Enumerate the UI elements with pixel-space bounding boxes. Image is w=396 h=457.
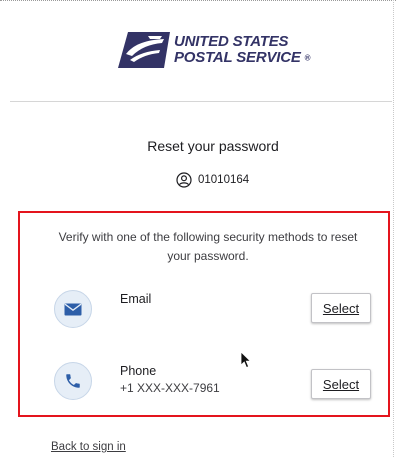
registered-mark: ® (304, 53, 311, 63)
phone-icon (54, 362, 92, 400)
method-email: Email Select (20, 286, 388, 334)
method-phone-number: +1 XXX-XXX-7961 (120, 381, 220, 395)
logo-line-1: UNITED STATES (174, 33, 289, 50)
method-phone-label: Phone (120, 364, 157, 378)
method-phone: Phone +1 XXX-XXX-7961 Select (20, 358, 388, 406)
usps-wordmark: UNITED STATES POSTAL SERVICE ® (174, 34, 324, 66)
logo-line-2: POSTAL SERVICE ® (174, 49, 311, 66)
back-to-sign-in-link[interactable]: Back to sign in (51, 441, 126, 453)
username-text: 01010164 (198, 174, 250, 186)
page-top-border (0, 0, 396, 1)
user-circle-icon (176, 172, 192, 188)
username-line: 01010164 (176, 170, 249, 190)
page-right-border (393, 0, 394, 457)
select-phone-button[interactable]: Select (311, 369, 371, 399)
security-methods-panel: Verify with one of the following securit… (18, 211, 390, 417)
select-email-button[interactable]: Select (311, 293, 371, 323)
envelope-icon (54, 290, 92, 328)
usps-logo: UNITED STATES POSTAL SERVICE ® (118, 28, 318, 74)
mouse-cursor-icon (240, 351, 252, 369)
usps-eagle-icon (118, 32, 170, 68)
method-email-label: Email (120, 292, 152, 306)
header-divider (10, 101, 392, 102)
page-title: Reset your password (147, 138, 279, 154)
methods-instructions: Verify with one of the following securit… (58, 230, 358, 263)
